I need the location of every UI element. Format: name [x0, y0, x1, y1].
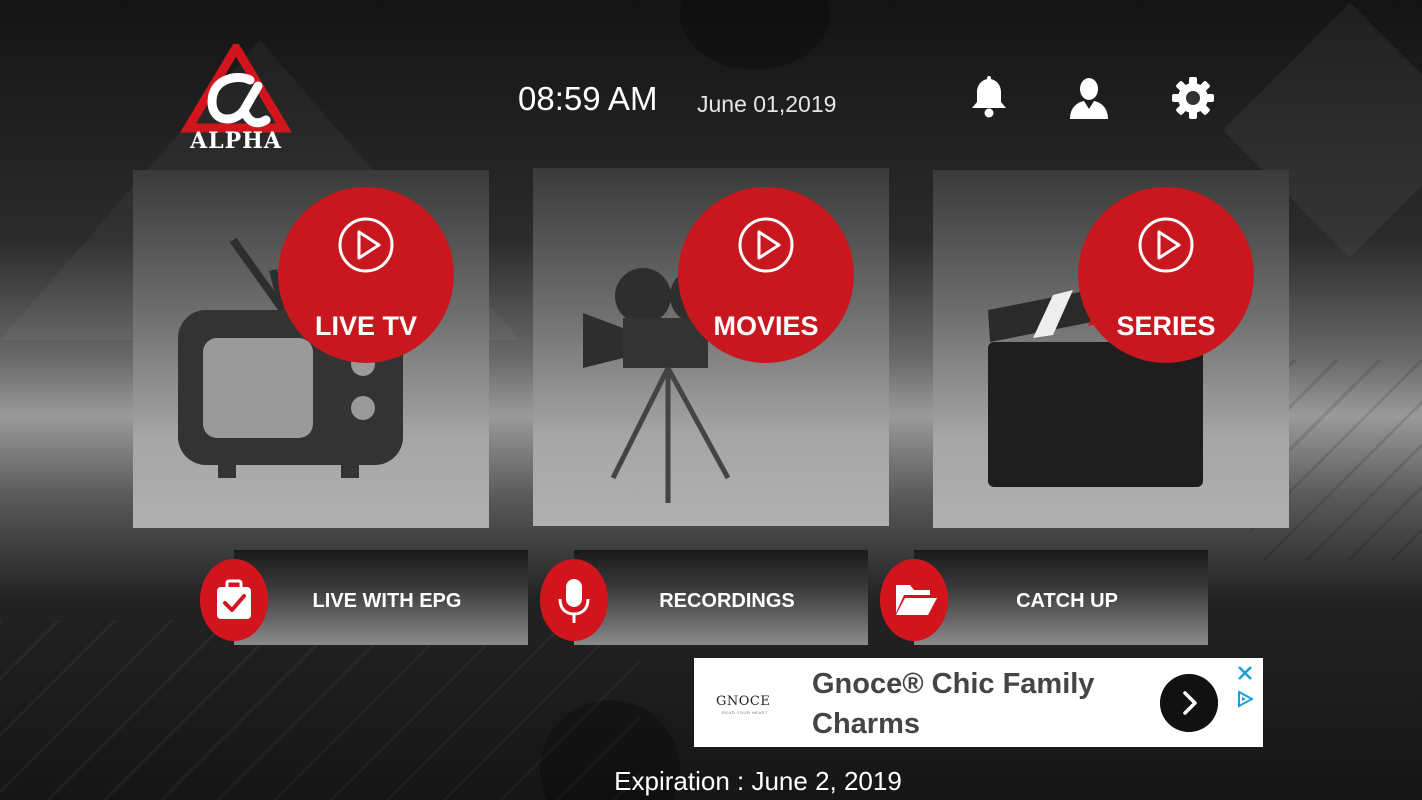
catch-up-icon-badge[interactable] — [880, 559, 948, 641]
play-icon — [338, 217, 394, 273]
button-label: CATCH UP — [1016, 590, 1118, 612]
epg-icon-badge[interactable] — [200, 559, 268, 641]
expiration-text: Expiration : June 2, 2019 — [0, 766, 1422, 797]
close-icon[interactable] — [1236, 664, 1254, 682]
calendar-check-icon — [217, 579, 251, 619]
ad-title: Gnoce® Chic Family Charms — [812, 668, 1095, 740]
logo-text: ALPHA — [190, 128, 282, 154]
gear-icon[interactable] — [1170, 75, 1216, 121]
bell-icon[interactable] — [966, 75, 1012, 121]
button-label: RECORDINGS — [659, 590, 795, 612]
movies-badge[interactable]: MOVIES — [678, 187, 854, 363]
tile-label: LIVE TV — [314, 311, 417, 341]
tile-label: SERIES — [1116, 311, 1216, 341]
button-live-with-epg[interactable]: LIVE WITH EPG — [234, 550, 528, 645]
recordings-icon-badge[interactable] — [540, 559, 608, 641]
ad-brand: GNOCE — [716, 694, 771, 709]
background-circle — [680, 0, 830, 70]
play-icon — [1138, 217, 1194, 273]
live-tv-badge[interactable]: LIVE TV — [278, 187, 454, 363]
user-icon[interactable] — [1066, 75, 1112, 121]
button-label: LIVE WITH EPG — [312, 590, 462, 612]
clock-time: 08:59 AM — [518, 80, 658, 117]
ad-brand-tagline: READ YOUR HEART — [722, 710, 768, 715]
button-recordings[interactable]: RECORDINGS — [574, 550, 868, 645]
tile-label: MOVIES — [713, 311, 819, 341]
expiration-label: Expiration : June 2, 2019 — [614, 766, 902, 796]
clock-date: June 01,2019 — [697, 91, 837, 117]
chevron-right-icon[interactable] — [1160, 674, 1218, 732]
ad-choices-icon[interactable] — [1236, 690, 1254, 708]
series-badge[interactable]: SERIES — [1078, 187, 1254, 363]
microphone-icon — [558, 579, 590, 623]
ad-banner[interactable]: GNOCE READ YOUR HEART Gnoce® Chic Family… — [694, 658, 1263, 747]
folder-open-icon — [896, 585, 937, 615]
play-icon — [738, 217, 794, 273]
button-catch-up[interactable]: CATCH UP — [914, 550, 1208, 645]
